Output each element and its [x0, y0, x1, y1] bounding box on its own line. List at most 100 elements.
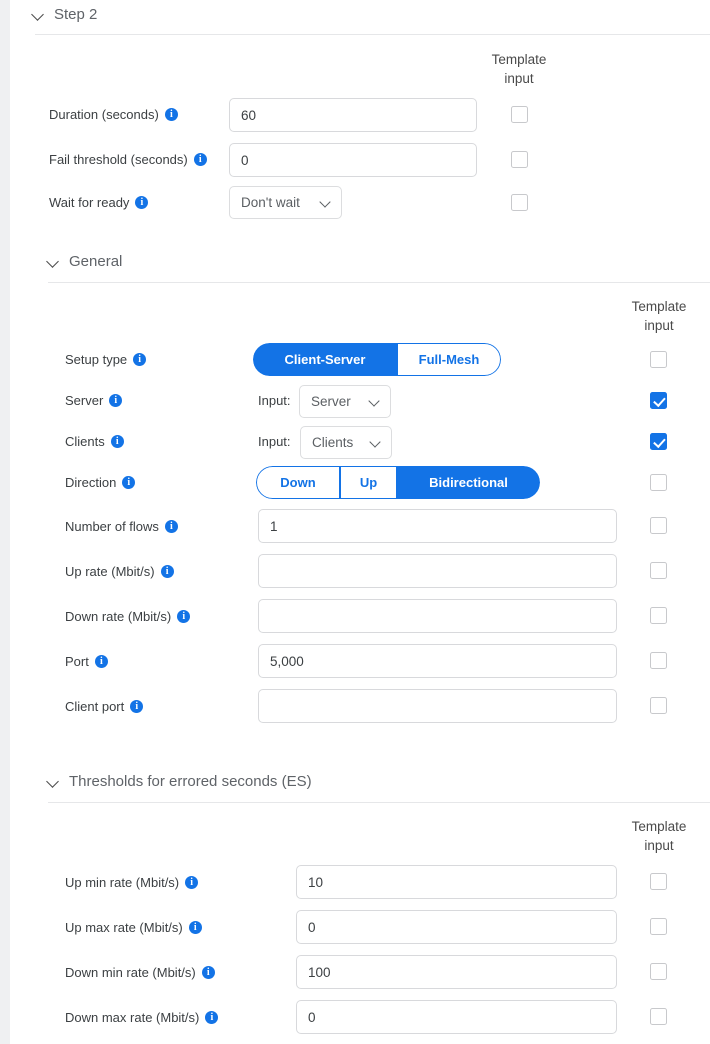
- section-title: General: [69, 253, 123, 270]
- setup-type-option-full-mesh[interactable]: Full-Mesh: [397, 343, 501, 376]
- info-icon[interactable]: i: [133, 353, 147, 366]
- direction-toggle-group[interactable]: Down Up Bidirectional: [256, 466, 540, 499]
- section-header-step2[interactable]: Step 2: [10, 6, 97, 23]
- number-of-flows-input[interactable]: [258, 509, 617, 543]
- info-icon[interactable]: i: [164, 108, 178, 121]
- field-label: Duration (seconds) i: [49, 107, 178, 122]
- info-icon[interactable]: i: [193, 153, 207, 166]
- info-icon[interactable]: i: [122, 476, 136, 489]
- chevron-down-icon[interactable]: [47, 775, 60, 788]
- up-max-rate-input[interactable]: [296, 910, 617, 944]
- info-icon[interactable]: i: [160, 565, 174, 578]
- row-up-min-rate: Up min rate (Mbit/s) i: [65, 875, 199, 890]
- section-header-general[interactable]: General: [10, 253, 122, 270]
- row-clients: Clients i: [65, 434, 124, 449]
- info-icon[interactable]: i: [94, 655, 108, 668]
- template-input-column-header: Template input: [631, 819, 687, 853]
- setup-type-option-client-server[interactable]: Client-Server: [253, 343, 397, 376]
- row-down-min-rate: Down min rate (Mbit/s) i: [65, 965, 215, 980]
- down-min-rate-input[interactable]: [296, 955, 617, 989]
- row-wait-for-ready: Wait for ready i: [49, 195, 149, 210]
- clients-input-prefix-label: Input:: [258, 434, 291, 449]
- down-max-rate-input[interactable]: [296, 1000, 617, 1034]
- down-rate-input[interactable]: [258, 599, 617, 633]
- up-min-rate-input[interactable]: [296, 865, 617, 899]
- up-rate-input[interactable]: [258, 554, 617, 588]
- chevron-down-icon: [370, 396, 381, 407]
- field-label: Port i: [65, 654, 108, 669]
- field-label: Client port i: [65, 699, 144, 714]
- duration-template-input-checkbox[interactable]: [511, 106, 528, 123]
- field-label: Up max rate (Mbit/s) i: [65, 920, 202, 935]
- clients-select[interactable]: Clients: [300, 426, 392, 459]
- fail-threshold-template-input-checkbox[interactable]: [511, 151, 528, 168]
- row-number-of-flows: Number of flows i: [65, 519, 178, 534]
- field-label: Up min rate (Mbit/s) i: [65, 875, 199, 890]
- down-rate-template-input-checkbox[interactable]: [650, 607, 667, 624]
- field-label: Up rate (Mbit/s) i: [65, 564, 174, 579]
- row-direction: Direction i: [65, 475, 136, 490]
- select-value: Don't wait: [241, 195, 300, 210]
- wait-for-ready-select[interactable]: Don't wait: [229, 186, 342, 219]
- info-icon[interactable]: i: [135, 196, 149, 209]
- server-select[interactable]: Server: [299, 385, 391, 418]
- field-label: Server i: [65, 393, 123, 408]
- wait-for-ready-template-input-checkbox[interactable]: [511, 194, 528, 211]
- info-icon[interactable]: i: [109, 394, 123, 407]
- client-port-template-input-checkbox[interactable]: [650, 697, 667, 714]
- settings-panel: Step 2 Template input Duration (seconds)…: [10, 0, 710, 1044]
- info-icon[interactable]: i: [130, 700, 144, 713]
- info-icon[interactable]: i: [201, 966, 215, 979]
- row-fail-threshold-seconds: Fail threshold (seconds) i: [49, 152, 207, 167]
- down-min-rate-template-input-checkbox[interactable]: [650, 963, 667, 980]
- number-of-flows-template-input-checkbox[interactable]: [650, 517, 667, 534]
- port-input[interactable]: [258, 644, 617, 678]
- row-client-port: Client port i: [65, 699, 144, 714]
- down-max-rate-template-input-checkbox[interactable]: [650, 1008, 667, 1025]
- info-icon[interactable]: i: [185, 876, 199, 889]
- chevron-down-icon: [371, 437, 382, 448]
- direction-option-up[interactable]: Up: [340, 466, 397, 499]
- up-max-rate-template-input-checkbox[interactable]: [650, 918, 667, 935]
- row-down-rate: Down rate (Mbit/s) i: [65, 609, 191, 624]
- chevron-down-icon[interactable]: [47, 255, 60, 268]
- direction-option-down[interactable]: Down: [256, 466, 340, 499]
- field-label: Setup type i: [65, 352, 147, 367]
- section-divider: [48, 282, 710, 283]
- client-port-input[interactable]: [258, 689, 617, 723]
- duration-seconds-input[interactable]: [229, 98, 477, 132]
- field-label: Down rate (Mbit/s) i: [65, 609, 191, 624]
- section-header-thresholds[interactable]: Thresholds for errored seconds (ES): [10, 773, 312, 790]
- field-label: Fail threshold (seconds) i: [49, 152, 207, 167]
- row-duration-seconds: Duration (seconds) i: [49, 107, 178, 122]
- info-icon[interactable]: i: [188, 921, 202, 934]
- field-label: Direction i: [65, 475, 136, 490]
- info-icon[interactable]: i: [110, 435, 124, 448]
- info-icon[interactable]: i: [205, 1011, 219, 1024]
- section-divider: [48, 802, 710, 803]
- clients-template-input-checkbox[interactable]: [650, 433, 667, 450]
- row-port: Port i: [65, 654, 108, 669]
- direction-template-input-checkbox[interactable]: [650, 474, 667, 491]
- direction-option-bidirectional[interactable]: Bidirectional: [397, 466, 540, 499]
- select-value: Clients: [312, 435, 354, 450]
- setup-type-template-input-checkbox[interactable]: [650, 351, 667, 368]
- fail-threshold-seconds-input[interactable]: [229, 143, 477, 177]
- row-server: Server i: [65, 393, 123, 408]
- chevron-down-icon[interactable]: [32, 8, 45, 21]
- chevron-down-icon: [321, 197, 332, 208]
- port-template-input-checkbox[interactable]: [650, 652, 667, 669]
- up-min-rate-template-input-checkbox[interactable]: [650, 873, 667, 890]
- field-label: Clients i: [65, 434, 124, 449]
- section-divider: [35, 34, 710, 35]
- server-template-input-checkbox[interactable]: [650, 392, 667, 409]
- info-icon[interactable]: i: [177, 610, 191, 623]
- setup-type-toggle-group[interactable]: Client-Server Full-Mesh: [253, 343, 501, 376]
- template-input-column-header: Template input: [631, 299, 687, 333]
- info-icon[interactable]: i: [164, 520, 178, 533]
- section-title: Thresholds for errored seconds (ES): [69, 773, 312, 790]
- field-label: Down min rate (Mbit/s) i: [65, 965, 215, 980]
- select-value: Server: [311, 394, 351, 409]
- up-rate-template-input-checkbox[interactable]: [650, 562, 667, 579]
- row-down-max-rate: Down max rate (Mbit/s) i: [65, 1010, 219, 1025]
